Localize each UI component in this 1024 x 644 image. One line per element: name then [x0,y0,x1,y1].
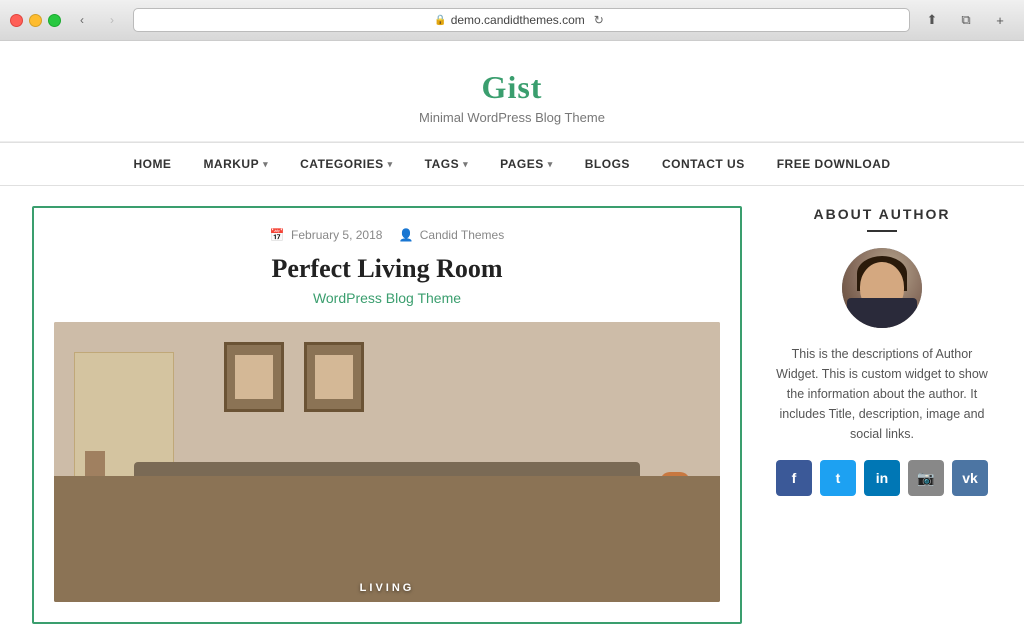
picture-frame-2 [304,342,364,412]
traffic-lights [10,14,61,27]
room-scene: LIVING [54,322,720,602]
article-title[interactable]: Perfect Living Room [54,254,720,284]
nav-blogs[interactable]: BLOGS [569,143,646,185]
nav-markup[interactable]: MARKUP ▾ [187,143,284,185]
browser-chrome: ‹ › 🔒 demo.candidthemes.com ↻ ⬆ ⧉ + [0,0,1024,41]
about-author-widget: ABOUT AUTHOR This is the descriptions of… [772,206,992,496]
nav-contact[interactable]: CONTACT US [646,143,761,185]
sidebar: ABOUT AUTHOR This is the descriptions of… [772,206,992,624]
calendar-icon: 📅 [270,228,285,242]
new-tab-button[interactable]: ⧉ [952,9,980,31]
article-date: 📅 February 5, 2018 [270,228,383,242]
share-button[interactable]: ⬆ [918,9,946,31]
nav-pages[interactable]: PAGES ▾ [484,143,569,185]
close-button[interactable] [10,14,23,27]
forward-button[interactable]: › [99,10,125,30]
back-button[interactable]: ‹ [69,10,95,30]
lock-icon: 🔒 [434,15,446,26]
article-card: 📅 February 5, 2018 👤 Candid Themes Perfe… [32,206,742,624]
widget-title-bar [867,230,897,232]
linkedin-button[interactable]: in [864,460,900,496]
nav-markup-arrow: ▾ [263,159,268,170]
social-links: f t in 📷 vk [772,460,992,496]
nav-categories-arrow: ▾ [388,159,393,170]
nav-free-download[interactable]: FREE DOWNLOAD [761,143,907,185]
main-layout: 📅 February 5, 2018 👤 Candid Themes Perfe… [12,186,1012,644]
nav-buttons: ‹ › [69,10,125,30]
facebook-button[interactable]: f [776,460,812,496]
add-tab-button[interactable]: + [986,9,1014,31]
instagram-button[interactable]: 📷 [908,460,944,496]
avatar-body [847,298,917,328]
author-description: This is the descriptions of Author Widge… [772,344,992,444]
maximize-button[interactable] [48,14,61,27]
nav-tags[interactable]: TAGS ▾ [409,143,484,185]
vk-button[interactable]: vk [952,460,988,496]
person-icon: 👤 [398,228,413,242]
author-avatar [842,248,922,328]
widget-title: ABOUT AUTHOR [772,206,992,222]
twitter-button[interactable]: t [820,460,856,496]
nav-categories[interactable]: CATEGORIES ▾ [284,143,408,185]
reload-button[interactable]: ↻ [589,10,609,30]
toolbar-right: ⬆ ⧉ + [918,9,1014,31]
avatar-bg [842,248,922,328]
site-header: Gist Minimal WordPress Blog Theme [0,41,1024,142]
article-author: 👤 Candid Themes [398,228,504,242]
url-bar[interactable]: 🔒 demo.candidthemes.com ↻ [133,8,910,32]
website: Gist Minimal WordPress Blog Theme HOME M… [0,41,1024,644]
article-subtitle[interactable]: WordPress Blog Theme [54,290,720,306]
nav-tags-arrow: ▾ [463,159,468,170]
image-caption: LIVING [360,582,415,594]
article-image: LIVING [54,322,720,602]
nav-pages-arrow: ▾ [548,159,553,170]
minimize-button[interactable] [29,14,42,27]
url-text: demo.candidthemes.com [451,13,585,27]
site-tagline: Minimal WordPress Blog Theme [0,110,1024,125]
site-nav: HOME MARKUP ▾ CATEGORIES ▾ TAGS ▾ PAGES … [0,142,1024,186]
article-meta: 📅 February 5, 2018 👤 Candid Themes [54,228,720,242]
nav-home[interactable]: HOME [117,143,187,185]
picture-frame-1 [224,342,284,412]
site-title[interactable]: Gist [0,69,1024,106]
